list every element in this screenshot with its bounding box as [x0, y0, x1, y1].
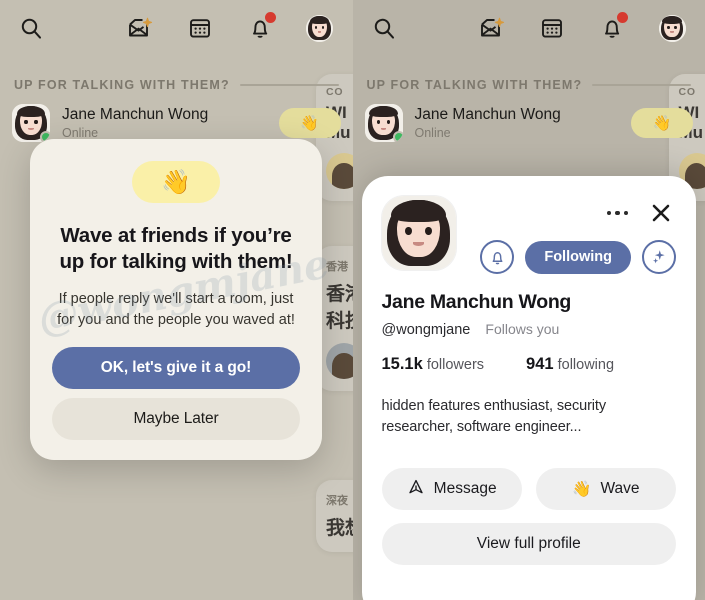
- friend-avatar: [364, 104, 403, 142]
- more-options-icon[interactable]: [606, 210, 628, 216]
- following-count: 941: [526, 355, 554, 373]
- wave-emoji-badge: 👋: [132, 161, 220, 203]
- followers-stat[interactable]: 15.1k followers: [382, 355, 485, 374]
- top-navigation-bar: [0, 0, 353, 56]
- notification-badge: [264, 12, 276, 23]
- section-header-label: UP FOR TALKING WITH THEM?: [14, 78, 230, 92]
- sparkle-circle-icon[interactable]: [642, 240, 676, 274]
- confirm-button[interactable]: OK, let's give it a go!: [52, 346, 300, 389]
- section-divider: [239, 84, 339, 86]
- modal-body-text: If people reply we'll start a room, just…: [57, 291, 295, 329]
- maybe-later-button[interactable]: Maybe Later: [52, 397, 300, 440]
- section-header: UP FOR TALKING WITH THEM?: [14, 78, 339, 92]
- wave-button[interactable]: 👋 Wave: [535, 468, 676, 511]
- friend-avatar: [12, 104, 50, 142]
- message-button-label: Message: [433, 480, 497, 498]
- left-screen: CO WI Mu 香港 香港 科技 深夜 我想 UP FOR TALKING W…: [0, 0, 353, 600]
- mail-sparkle-icon[interactable]: [123, 11, 157, 45]
- wave-button-label: Wave: [600, 480, 640, 498]
- wave-button[interactable]: 👋: [278, 108, 341, 138]
- edge-card-title-line1: 我想: [326, 518, 353, 539]
- bell-icon[interactable]: [243, 11, 277, 45]
- following-label: following: [557, 357, 615, 373]
- section-divider: [592, 84, 691, 86]
- profile-name: Jane Manchun Wong: [381, 291, 572, 313]
- edge-card-kicker: 香港: [326, 261, 348, 273]
- search-icon[interactable]: [14, 11, 48, 45]
- dual-screenshot-container: CO WI Mu 香港 香港 科技 深夜 我想 UP FOR TALKING W…: [0, 0, 705, 600]
- edge-card-avatar: [326, 153, 353, 189]
- right-screen: CO WI Mu UP FOR TALKING WITH THEM?: [352, 0, 705, 600]
- wave-onboarding-modal: 👋 Wave at friends if you’re up for talki…: [30, 139, 322, 460]
- following-stat[interactable]: 941 following: [526, 355, 614, 374]
- follows-you-badge: Follows you: [485, 321, 560, 337]
- calendar-icon[interactable]: [535, 11, 569, 45]
- profile-handle: @wongmjane: [381, 322, 471, 338]
- friend-name: Jane Manchun Wong: [414, 106, 561, 123]
- followers-count: 15.1k: [381, 355, 423, 373]
- edge-card[interactable]: 深夜 我想: [316, 480, 353, 552]
- view-full-profile-button[interactable]: View full profile: [381, 523, 676, 566]
- message-button[interactable]: Message: [381, 468, 522, 511]
- profile-sheet: Following Jane Manchun Wong @wongmjane F…: [361, 176, 696, 600]
- send-icon: [407, 478, 425, 501]
- section-header: UP FOR TALKING WITH THEM?: [366, 78, 691, 92]
- section-header-label: UP FOR TALKING WITH THEM?: [366, 78, 583, 92]
- user-avatar[interactable]: [655, 11, 689, 45]
- wave-button[interactable]: 👋: [631, 108, 693, 138]
- profile-avatar[interactable]: [381, 196, 456, 270]
- friend-row[interactable]: Jane Manchun Wong Online 👋: [364, 104, 693, 142]
- modal-title: Wave at friends if you’re up for talking…: [59, 224, 293, 274]
- close-icon[interactable]: [650, 202, 672, 224]
- edge-card-title-line1: 香港: [326, 284, 353, 305]
- profile-bio: hidden features enthusiast, security res…: [381, 398, 607, 436]
- friend-status: Online: [414, 126, 451, 140]
- notification-badge: [617, 12, 628, 23]
- top-navigation-bar: [353, 0, 705, 56]
- user-avatar[interactable]: [303, 11, 337, 45]
- mail-sparkle-icon[interactable]: [475, 11, 509, 45]
- bell-icon[interactable]: [595, 11, 629, 45]
- bell-outline-icon[interactable]: [480, 240, 515, 274]
- search-icon[interactable]: [367, 11, 401, 45]
- friend-status: Online: [62, 126, 99, 140]
- wave-emoji: 👋: [572, 480, 592, 498]
- friend-row[interactable]: Jane Manchun Wong Online 👋: [12, 104, 341, 142]
- edge-card-kicker: 深夜: [326, 495, 348, 507]
- online-status-dot: [392, 131, 403, 142]
- calendar-icon[interactable]: [183, 11, 217, 45]
- following-button[interactable]: Following: [525, 240, 631, 274]
- followers-label: followers: [426, 357, 485, 373]
- edge-card-avatar: [326, 343, 353, 379]
- friend-name: Jane Manchun Wong: [62, 106, 209, 123]
- edge-card-title-line2: 科技: [326, 311, 353, 332]
